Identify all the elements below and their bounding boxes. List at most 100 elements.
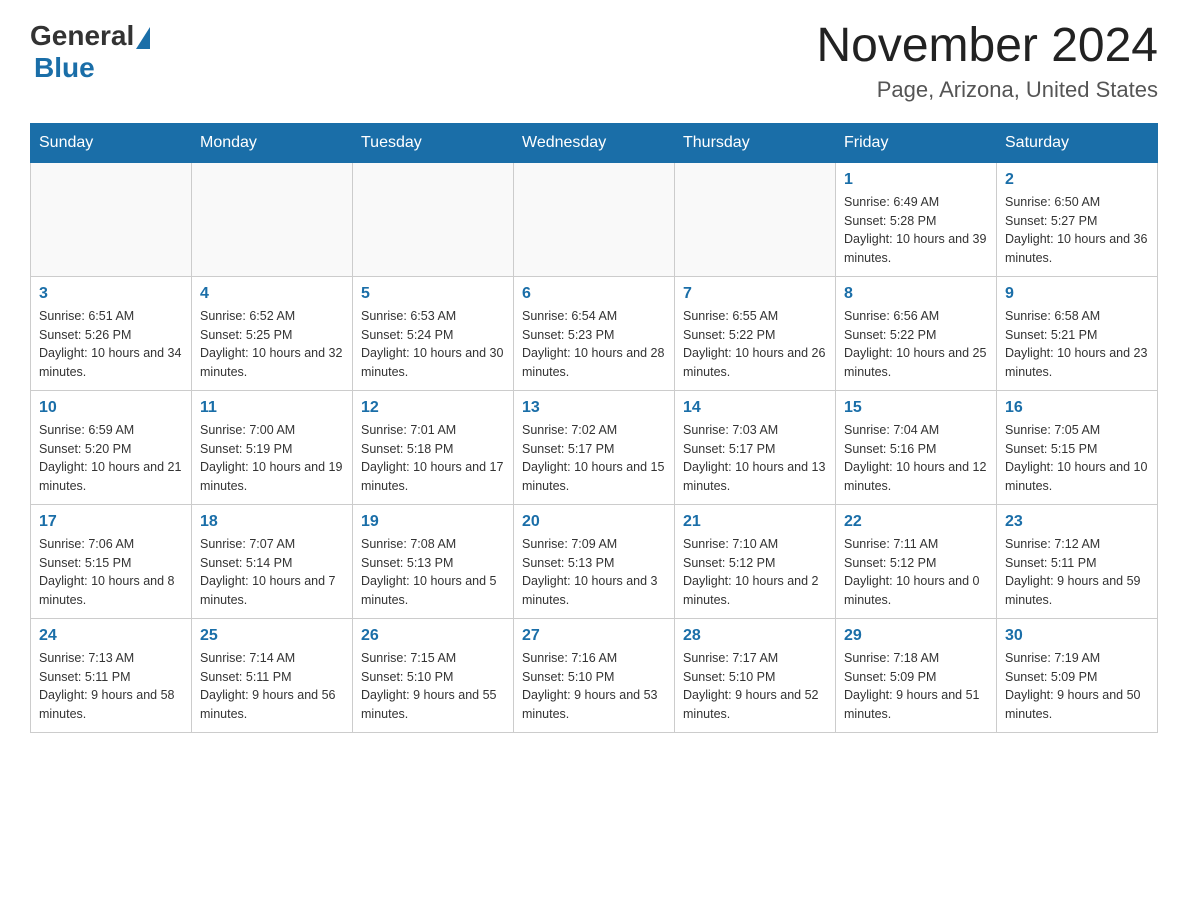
day-header-saturday: Saturday (997, 123, 1158, 162)
calendar-cell: 3 Sunrise: 6:51 AMSunset: 5:26 PMDaylight… (31, 276, 192, 390)
day-number: 6 (522, 285, 666, 303)
calendar-cell (31, 162, 192, 276)
calendar-cell: 8 Sunrise: 6:56 AMSunset: 5:22 PMDaylight… (836, 276, 997, 390)
day-info: Sunrise: 7:02 AMSunset: 5:17 PMDaylight:… (522, 421, 666, 496)
day-number: 7 (683, 285, 827, 303)
day-info: Sunrise: 6:59 AMSunset: 5:20 PMDaylight:… (39, 421, 183, 496)
calendar-cell: 5 Sunrise: 6:53 AMSunset: 5:24 PMDaylight… (353, 276, 514, 390)
calendar-week-4: 17 Sunrise: 7:06 AMSunset: 5:15 PMDayligh… (31, 504, 1158, 618)
day-info: Sunrise: 6:49 AMSunset: 5:28 PMDaylight:… (844, 193, 988, 268)
day-number: 5 (361, 285, 505, 303)
main-title: November 2024 (816, 20, 1158, 73)
day-info: Sunrise: 6:56 AMSunset: 5:22 PMDaylight:… (844, 307, 988, 382)
day-number: 1 (844, 171, 988, 189)
day-info: Sunrise: 7:16 AMSunset: 5:10 PMDaylight:… (522, 649, 666, 724)
day-header-tuesday: Tuesday (353, 123, 514, 162)
day-number: 17 (39, 513, 183, 531)
calendar-cell (675, 162, 836, 276)
day-number: 16 (1005, 399, 1149, 417)
day-info: Sunrise: 7:05 AMSunset: 5:15 PMDaylight:… (1005, 421, 1149, 496)
calendar-cell: 6 Sunrise: 6:54 AMSunset: 5:23 PMDaylight… (514, 276, 675, 390)
day-info: Sunrise: 7:14 AMSunset: 5:11 PMDaylight:… (200, 649, 344, 724)
day-info: Sunrise: 6:51 AMSunset: 5:26 PMDaylight:… (39, 307, 183, 382)
day-number: 19 (361, 513, 505, 531)
calendar-cell: 22Sunrise: 7:11 AMSunset: 5:12 PMDayligh… (836, 504, 997, 618)
calendar-cell (514, 162, 675, 276)
calendar-week-5: 24 Sunrise: 7:13 AMSunset: 5:11 PMDayligh… (31, 618, 1158, 732)
day-info: Sunrise: 6:53 AMSunset: 5:24 PMDaylight:… (361, 307, 505, 382)
day-number: 12 (361, 399, 505, 417)
day-number: 10 (39, 399, 183, 417)
calendar-cell: 9 Sunrise: 6:58 AMSunset: 5:21 PMDaylight… (997, 276, 1158, 390)
day-info: Sunrise: 7:08 AMSunset: 5:13 PMDaylight:… (361, 535, 505, 610)
day-info: Sunrise: 7:06 AMSunset: 5:15 PMDaylight:… (39, 535, 183, 610)
day-info: Sunrise: 7:19 AMSunset: 5:09 PMDaylight:… (1005, 649, 1149, 724)
logo-triangle-icon (136, 27, 150, 49)
calendar-table: SundayMondayTuesdayWednesdayThursdayFrid… (30, 123, 1158, 733)
logo: General Blue (30, 20, 150, 84)
calendar-cell: 18Sunrise: 7:07 AMSunset: 5:14 PMDayligh… (192, 504, 353, 618)
calendar-cell: 1 Sunrise: 6:49 AMSunset: 5:28 PMDaylight… (836, 162, 997, 276)
day-info: Sunrise: 7:12 AMSunset: 5:11 PMDaylight:… (1005, 535, 1149, 610)
day-number: 20 (522, 513, 666, 531)
day-info: Sunrise: 6:54 AMSunset: 5:23 PMDaylight:… (522, 307, 666, 382)
day-info: Sunrise: 7:18 AMSunset: 5:09 PMDaylight:… (844, 649, 988, 724)
day-header-wednesday: Wednesday (514, 123, 675, 162)
day-info: Sunrise: 7:07 AMSunset: 5:14 PMDaylight:… (200, 535, 344, 610)
day-number: 25 (200, 627, 344, 645)
day-header-sunday: Sunday (31, 123, 192, 162)
page-header: General Blue November 2024 Page, Arizona… (30, 20, 1158, 103)
day-number: 8 (844, 285, 988, 303)
day-info: Sunrise: 6:52 AMSunset: 5:25 PMDaylight:… (200, 307, 344, 382)
calendar-cell: 13 Sunrise: 7:02 AMSunset: 5:17 PMDayligh… (514, 390, 675, 504)
day-info: Sunrise: 7:11 AMSunset: 5:12 PMDaylight:… (844, 535, 988, 610)
title-section: November 2024 Page, Arizona, United Stat… (816, 20, 1158, 103)
day-info: Sunrise: 6:50 AMSunset: 5:27 PMDaylight:… (1005, 193, 1149, 268)
calendar-cell: 4 Sunrise: 6:52 AMSunset: 5:25 PMDaylight… (192, 276, 353, 390)
day-info: Sunrise: 7:03 AMSunset: 5:17 PMDaylight:… (683, 421, 827, 496)
calendar-week-2: 3 Sunrise: 6:51 AMSunset: 5:26 PMDaylight… (31, 276, 1158, 390)
day-number: 26 (361, 627, 505, 645)
calendar-cell: 29 Sunrise: 7:18 AMSunset: 5:09 PMDayligh… (836, 618, 997, 732)
day-number: 27 (522, 627, 666, 645)
day-number: 29 (844, 627, 988, 645)
calendar-cell: 14 Sunrise: 7:03 AMSunset: 5:17 PMDayligh… (675, 390, 836, 504)
day-number: 24 (39, 627, 183, 645)
day-info: Sunrise: 7:17 AMSunset: 5:10 PMDaylight:… (683, 649, 827, 724)
calendar-cell: 2 Sunrise: 6:50 AMSunset: 5:27 PMDaylight… (997, 162, 1158, 276)
calendar-cell: 12Sunrise: 7:01 AMSunset: 5:18 PMDayligh… (353, 390, 514, 504)
calendar-cell: 19 Sunrise: 7:08 AMSunset: 5:13 PMDayligh… (353, 504, 514, 618)
day-info: Sunrise: 7:04 AMSunset: 5:16 PMDaylight:… (844, 421, 988, 496)
calendar-cell: 24 Sunrise: 7:13 AMSunset: 5:11 PMDayligh… (31, 618, 192, 732)
day-info: Sunrise: 6:58 AMSunset: 5:21 PMDaylight:… (1005, 307, 1149, 382)
day-number: 14 (683, 399, 827, 417)
calendar-cell: 28Sunrise: 7:17 AMSunset: 5:10 PMDayligh… (675, 618, 836, 732)
calendar-cell: 11Sunrise: 7:00 AMSunset: 5:19 PMDayligh… (192, 390, 353, 504)
calendar-week-3: 10 Sunrise: 6:59 AMSunset: 5:20 PMDayligh… (31, 390, 1158, 504)
calendar-header-row: SundayMondayTuesdayWednesdayThursdayFrid… (31, 123, 1158, 162)
day-number: 3 (39, 285, 183, 303)
logo-general-text: General (30, 20, 134, 52)
day-header-thursday: Thursday (675, 123, 836, 162)
day-number: 13 (522, 399, 666, 417)
subtitle: Page, Arizona, United States (816, 77, 1158, 103)
calendar-week-1: 1 Sunrise: 6:49 AMSunset: 5:28 PMDaylight… (31, 162, 1158, 276)
calendar-cell: 10 Sunrise: 6:59 AMSunset: 5:20 PMDayligh… (31, 390, 192, 504)
calendar-cell: 30Sunrise: 7:19 AMSunset: 5:09 PMDayligh… (997, 618, 1158, 732)
day-number: 4 (200, 285, 344, 303)
day-header-monday: Monday (192, 123, 353, 162)
calendar-cell: 23Sunrise: 7:12 AMSunset: 5:11 PMDayligh… (997, 504, 1158, 618)
day-info: Sunrise: 7:13 AMSunset: 5:11 PMDaylight:… (39, 649, 183, 724)
calendar-cell: 17 Sunrise: 7:06 AMSunset: 5:15 PMDayligh… (31, 504, 192, 618)
day-number: 21 (683, 513, 827, 531)
calendar-cell: 7Sunrise: 6:55 AMSunset: 5:22 PMDaylight… (675, 276, 836, 390)
day-number: 11 (200, 399, 344, 417)
day-number: 9 (1005, 285, 1149, 303)
calendar-cell: 26Sunrise: 7:15 AMSunset: 5:10 PMDayligh… (353, 618, 514, 732)
calendar-cell: 25 Sunrise: 7:14 AMSunset: 5:11 PMDayligh… (192, 618, 353, 732)
calendar-cell (192, 162, 353, 276)
day-number: 2 (1005, 171, 1149, 189)
calendar-cell: 20Sunrise: 7:09 AMSunset: 5:13 PMDayligh… (514, 504, 675, 618)
day-info: Sunrise: 7:10 AMSunset: 5:12 PMDaylight:… (683, 535, 827, 610)
calendar-cell: 27 Sunrise: 7:16 AMSunset: 5:10 PMDayligh… (514, 618, 675, 732)
